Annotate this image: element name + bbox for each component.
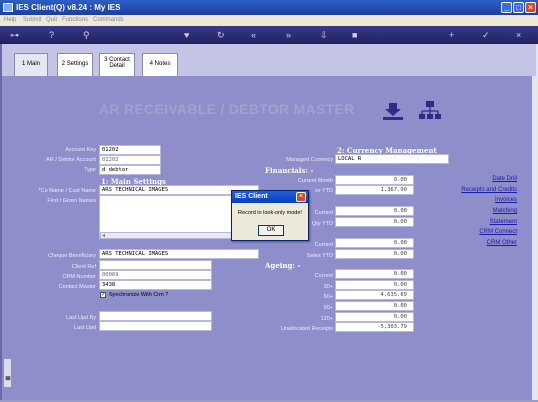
page-title: AR RECEIVABLE / DEBTOR MASTER [99, 101, 355, 117]
crm-other-link[interactable]: CRM Other [487, 240, 517, 246]
first-names-label: First / Given Names [47, 198, 96, 204]
hierarchy-icon[interactable] [419, 100, 441, 120]
debtor-account-label: AR / Debtor Account [46, 157, 96, 163]
export-icon[interactable]: ⇩ [320, 29, 328, 41]
tab-main[interactable]: 1 Main [14, 53, 48, 76]
last-upd-by-label: Last Upd By [66, 315, 96, 321]
help-icon[interactable]: ? [49, 29, 54, 41]
age-60-label: 60+ [323, 294, 333, 300]
key-icon[interactable]: ⊶ [10, 29, 19, 41]
dialog-ok-button[interactable]: OK [258, 225, 284, 236]
crm-number-label: CRM Number [62, 274, 96, 280]
forward-icon[interactable]: » [286, 29, 291, 41]
tab-strip: 1 Main 2 Settings 3 Contact Detail 4 Not… [2, 44, 536, 76]
matching-link[interactable]: Matching [493, 208, 517, 214]
financials-heading: Financials: - [265, 166, 314, 175]
menu-help[interactable]: Help [4, 17, 16, 23]
client-ref-label: Client Ref [71, 264, 96, 270]
tab-settings[interactable]: 2 Settings [57, 53, 93, 76]
qty-ytd-input[interactable]: 0.00 [335, 217, 414, 227]
invoices-link[interactable]: Invoices [495, 197, 517, 203]
menu-functions[interactable]: Functions [62, 17, 88, 23]
contact-master-label: Contact Master [58, 284, 96, 290]
age-current-input[interactable]: 0.00 [335, 269, 414, 279]
sync-checkbox[interactable]: ✓ [100, 292, 106, 298]
current-month-input[interactable]: 0.00 [335, 175, 414, 185]
current2-label: Current [314, 242, 333, 248]
debtor-account-input[interactable]: 01202 [99, 155, 161, 165]
qty-ytd-label: Qty YTD [312, 221, 333, 227]
receipts-credits-link[interactable]: Receipts and Credits [461, 187, 517, 193]
app-icon [3, 3, 13, 12]
type-input[interactable]: d debtor [99, 165, 161, 175]
ytd-label: ce YTD [314, 188, 333, 194]
sync-label: Synchronize With Crm ? [109, 292, 169, 298]
menu-quit[interactable]: Quit [46, 17, 57, 23]
toolbar: ⊶ ? ⚲ ♥ ↻ « » ⇩ ■ + ✓ × [0, 26, 538, 44]
back-icon[interactable]: « [251, 29, 256, 41]
message-dialog: IES Client × Record in look-only mode! O… [231, 190, 309, 241]
window-title: IES Client(Q) v8.24 : My IES [16, 3, 121, 12]
minimize-button[interactable]: _ [501, 2, 512, 13]
age-30-label: 30+ [323, 284, 333, 290]
age-120-label: 120+ [320, 316, 333, 322]
age-current-label: Current [314, 273, 333, 279]
age-120-input[interactable]: 0.00 [335, 312, 414, 322]
unallocated-receipts-input[interactable]: -5,303.79 [335, 322, 414, 332]
scroll-left-icon[interactable]: ◂ [102, 232, 105, 239]
title-bar: IES Client(Q) v8.24 : My IES _ □ × [0, 0, 538, 15]
date-drill-link[interactable]: Date Drill [492, 176, 517, 182]
current-label: Current [314, 210, 333, 216]
tab-contact-detail[interactable]: 3 Contact Detail [99, 53, 135, 76]
menu-bar: Help Submit Quit Functions Commands [0, 15, 538, 26]
crm-connect-link[interactable]: CRM Connect [479, 229, 517, 235]
client-ref-input[interactable] [99, 260, 212, 270]
side-indicator: ≣ [4, 359, 11, 387]
ageing-heading: Ageing: - [265, 261, 301, 270]
unallocated-receipts-label: Unallocated Receipts [281, 326, 333, 332]
download-icon[interactable] [382, 101, 404, 121]
account-key-label: Account Key [65, 147, 96, 153]
tab-notes[interactable]: 4 Notes [142, 53, 178, 76]
age-60-input[interactable]: 4,635.69 [335, 290, 414, 300]
confirm-icon[interactable]: ✓ [482, 29, 490, 41]
dialog-message: Record in look-only mode! [238, 210, 302, 216]
maximize-button[interactable]: □ [513, 2, 524, 13]
ytd-input[interactable]: 1,367.90 [335, 185, 414, 195]
favourite-icon[interactable]: ♥ [184, 29, 189, 41]
right-edge [532, 44, 538, 400]
type-label: Type [84, 167, 96, 173]
current-input[interactable]: 0.00 [335, 206, 414, 216]
side-indicator-icon: ≣ [5, 375, 11, 382]
managed-currency-label: Managed Currency [286, 157, 333, 163]
menu-submit[interactable]: Submit [23, 17, 42, 23]
cheque-beneficiary-input[interactable]: ARS TECHNICAL IMAGES [99, 249, 259, 259]
managed-currency-input[interactable]: LOCAL R [335, 154, 449, 164]
dialog-close-icon[interactable]: × [296, 192, 306, 202]
last-upd-by-input[interactable] [99, 311, 212, 321]
current2-input[interactable]: 0.00 [335, 238, 414, 248]
refresh-icon[interactable]: ↻ [217, 29, 225, 41]
sales-ytd-input[interactable]: 0.00 [335, 249, 414, 259]
add-icon[interactable]: + [449, 29, 454, 41]
statement-link[interactable]: Statement [490, 219, 517, 225]
age-90-label: 90+ [323, 305, 333, 311]
co-name-label: *Co Name / Cust Name [38, 188, 96, 194]
current-month-label: Current Month [297, 178, 333, 184]
last-upd-label: Last Upd [73, 325, 96, 331]
account-key-input[interactable]: 01202 [99, 145, 161, 155]
menu-commands[interactable]: Commands [93, 17, 124, 23]
age-90-input[interactable]: 0.00 [335, 301, 414, 311]
last-upd-input[interactable] [99, 321, 212, 331]
age-30-input[interactable]: 0.00 [335, 280, 414, 290]
sales-ytd-label: Sales YTD [306, 253, 333, 259]
close-button[interactable]: × [525, 2, 536, 13]
cheque-beneficiary-label: Cheque Beneficiary [47, 253, 96, 259]
contact-master-input[interactable]: 3438 [99, 280, 212, 290]
stop-icon[interactable]: ■ [352, 29, 357, 41]
cancel-icon[interactable]: × [516, 29, 521, 41]
crm-number-input[interactable]: 00069 [99, 270, 212, 280]
search-icon[interactable]: ⚲ [83, 29, 90, 41]
